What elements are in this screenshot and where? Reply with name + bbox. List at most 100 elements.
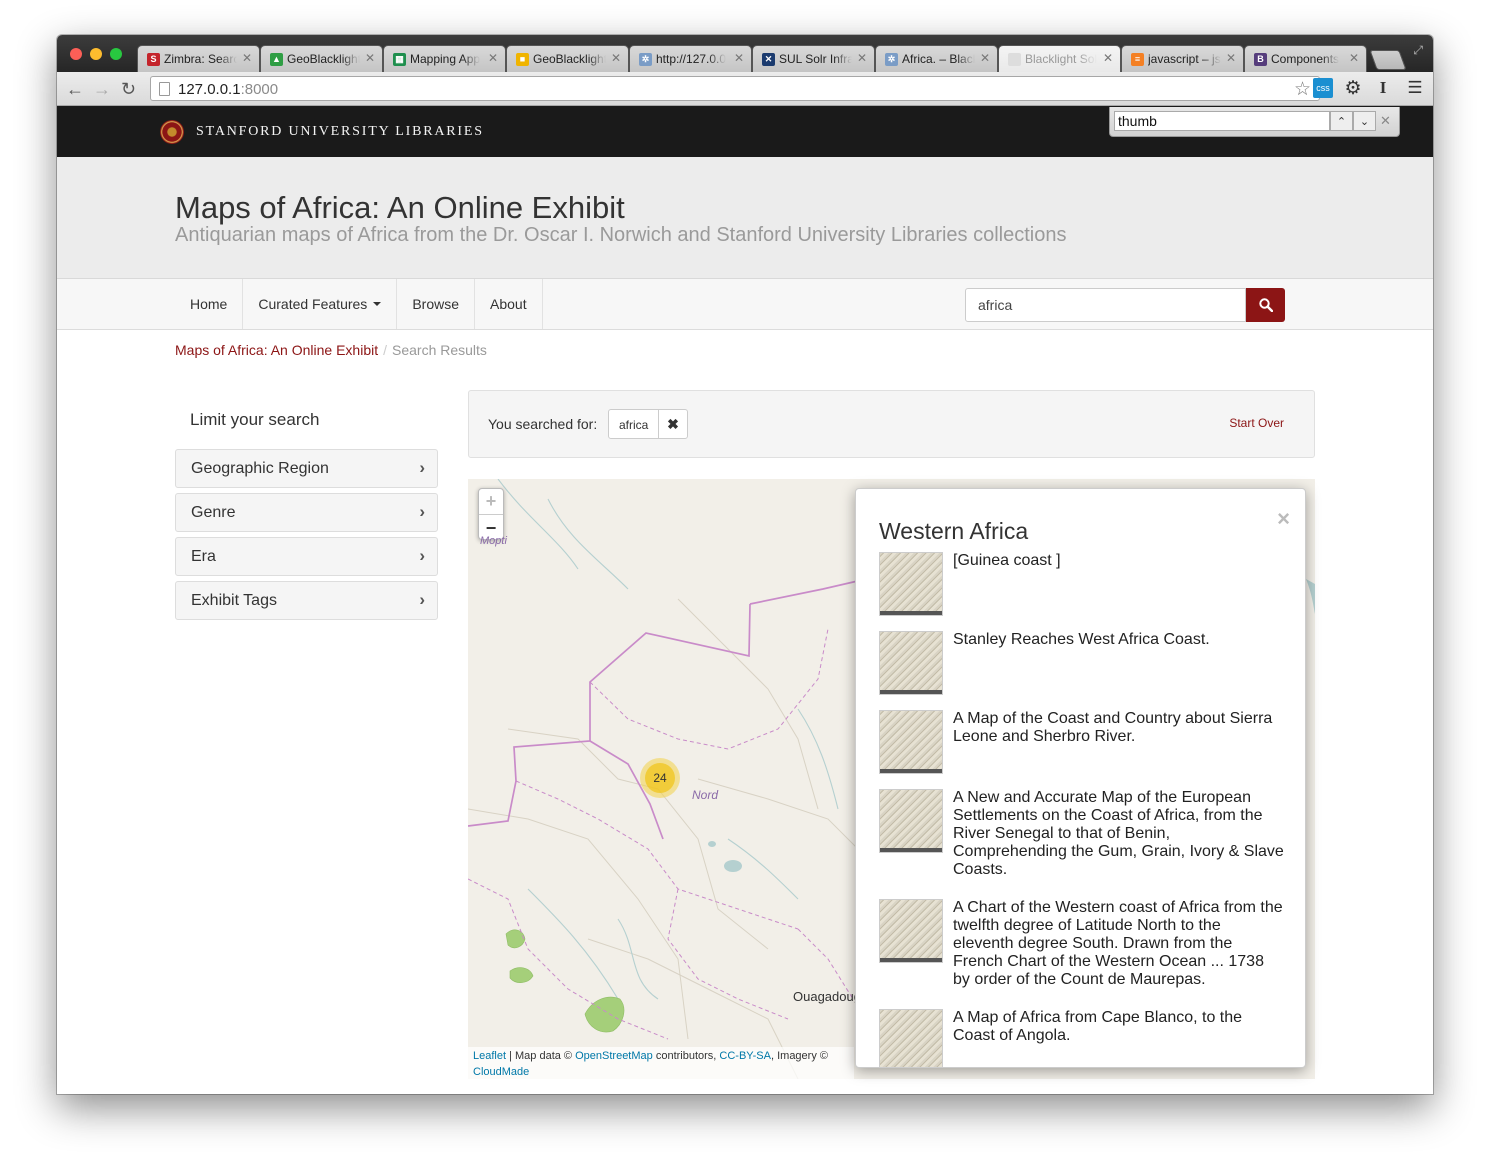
result-item[interactable]: A New and Accurate Map of the European S… xyxy=(879,789,1289,884)
tab-close-icon[interactable]: ✕ xyxy=(488,51,498,65)
result-title[interactable]: A Map of the Coast and Country about Sie… xyxy=(953,710,1285,746)
tab-close-icon[interactable]: ✕ xyxy=(365,51,375,65)
leaflet-link[interactable]: Leaflet xyxy=(473,1050,506,1062)
result-thumbnail[interactable] xyxy=(879,899,943,963)
popup-title: Western Africa xyxy=(879,518,1029,544)
cloudmade-link[interactable]: CloudMade xyxy=(473,1066,529,1078)
stanford-seal-logo[interactable] xyxy=(160,120,184,144)
tab-title: Components xyxy=(1271,52,1340,66)
page-title[interactable]: Maps of Africa: An Online Exhibit xyxy=(175,190,625,226)
nav-about[interactable]: About xyxy=(475,279,543,329)
attribution-text: | Map data © xyxy=(509,1050,573,1062)
css-extension-icon[interactable]: css xyxy=(1313,78,1333,98)
find-close-icon[interactable]: ✕ xyxy=(1380,113,1391,129)
facet-genre[interactable]: Genre › xyxy=(175,493,438,532)
attribution-text: contributors, xyxy=(655,1050,717,1062)
tab-close-icon[interactable]: ✕ xyxy=(1103,51,1113,65)
result-thumbnail[interactable] xyxy=(879,631,943,695)
address-bar[interactable]: 127.0.0.1:8000 ☆ xyxy=(150,76,1320,101)
chevron-right-icon: › xyxy=(419,458,425,477)
minimize-window-button[interactable] xyxy=(90,48,102,60)
search-input[interactable]: africa xyxy=(965,288,1246,322)
zoom-window-button[interactable] xyxy=(110,48,122,60)
browser-toolbar: ← → ↻ 127.0.0.1:8000 ☆ css ⚙ I ☰ xyxy=(57,72,1433,106)
nav-links: Home Curated Features Browse About xyxy=(175,279,543,329)
result-title[interactable]: [Guinea coast ] xyxy=(953,552,1285,570)
reload-icon[interactable]: ↻ xyxy=(121,79,136,100)
nav-curated-features[interactable]: Curated Features xyxy=(243,279,398,329)
page-icon xyxy=(159,82,170,96)
tab-close-icon[interactable]: ✕ xyxy=(1226,51,1236,65)
tab-title: Blacklight Sol xyxy=(1025,52,1098,66)
facet-exhibit-tags[interactable]: Exhibit Tags › xyxy=(175,581,438,620)
browser-tab[interactable]: S Zimbra: Search ✕ xyxy=(137,45,260,72)
tab-close-icon[interactable]: ✕ xyxy=(1349,51,1359,65)
result-item[interactable]: Stanley Reaches West Africa Coast. xyxy=(879,631,1289,697)
fullscreen-icon[interactable]: ⤢ xyxy=(1413,43,1423,58)
popup-close-button[interactable]: × xyxy=(1277,506,1290,532)
new-tab-button[interactable] xyxy=(1369,50,1407,70)
result-title[interactable]: A Map of Africa from Cape Blanco, to the… xyxy=(953,1009,1285,1045)
result-thumbnail[interactable] xyxy=(879,710,943,774)
find-previous-button[interactable]: ⌃ xyxy=(1330,111,1353,131)
tab-close-icon[interactable]: ✕ xyxy=(980,51,990,65)
tab-close-icon[interactable]: ✕ xyxy=(734,51,744,65)
tab-favicon-icon: B xyxy=(1254,52,1267,66)
forward-arrow-icon[interactable]: → xyxy=(93,79,111,100)
browser-tab[interactable]: ▲ GeoBlacklight ✕ xyxy=(260,45,383,72)
nav-browse[interactable]: Browse xyxy=(397,279,475,329)
result-title[interactable]: Stanley Reaches West Africa Coast. xyxy=(953,631,1285,649)
browser-tab[interactable]: ■ GeoBlacklight ✕ xyxy=(506,45,629,72)
result-thumbnail[interactable] xyxy=(879,1009,943,1067)
browser-tab[interactable]: ✲ http://127.0.0 ✕ xyxy=(629,45,752,72)
back-arrow-icon[interactable]: ← xyxy=(66,79,84,100)
masthead: Maps of Africa: An Online Exhibit Antiqu… xyxy=(57,157,1433,279)
breadcrumb-home-link[interactable]: Maps of Africa: An Online Exhibit xyxy=(175,342,378,358)
tab-close-icon[interactable]: ✕ xyxy=(242,51,252,65)
map-cluster-marker[interactable]: 24 xyxy=(640,758,680,798)
search-constraints: You searched for: africa ✖ Start Over xyxy=(468,390,1315,458)
tab-strip: S Zimbra: Search ✕ ▲ GeoBlacklight ✕ ▦ Mapping … xyxy=(57,35,1433,72)
result-item[interactable]: A Chart of the Western coast of Africa f… xyxy=(879,899,1289,994)
zoom-in-button[interactable]: + xyxy=(479,489,503,515)
result-item[interactable]: A Map of Africa from Cape Blanco, to the… xyxy=(879,1009,1289,1067)
browser-tab[interactable]: B Components ✕ xyxy=(1244,45,1367,72)
browser-tab[interactable]: ✕ SUL Solr Infra ✕ xyxy=(752,45,875,72)
result-title[interactable]: A Chart of the Western coast of Africa f… xyxy=(953,899,1285,989)
find-next-button[interactable]: ⌄ xyxy=(1353,111,1376,131)
browser-tab[interactable]: Blacklight Sol ✕ xyxy=(998,45,1121,72)
result-item[interactable]: [Guinea coast ] xyxy=(879,552,1289,618)
tab-title: Zimbra: Search xyxy=(164,52,237,66)
breadcrumb-current: Search Results xyxy=(392,342,487,358)
result-thumbnail[interactable] xyxy=(879,552,943,616)
tab-title: Africa. – Black xyxy=(902,52,975,66)
openstreetmap-link[interactable]: OpenStreetMap xyxy=(575,1050,653,1062)
tab-close-icon[interactable]: ✕ xyxy=(611,51,621,65)
nav-home[interactable]: Home xyxy=(175,279,244,329)
sul-wordmark[interactable]: STANFORD UNIVERSITY LIBRARIES xyxy=(196,124,484,140)
menu-icon[interactable]: ☰ xyxy=(1405,78,1425,98)
remove-constraint-button[interactable]: ✖ xyxy=(658,409,688,439)
facet-era[interactable]: Era › xyxy=(175,537,438,576)
gear-icon[interactable]: ⚙ xyxy=(1343,78,1363,99)
bookmark-star-icon[interactable]: ☆ xyxy=(1294,78,1311,101)
ibeam-extension-icon[interactable]: I xyxy=(1373,78,1393,98)
browser-tab[interactable]: ▦ Mapping App ✕ xyxy=(383,45,506,72)
browser-tab[interactable]: ✲ Africa. – Black ✕ xyxy=(875,45,998,72)
start-over-link[interactable]: Start Over xyxy=(1229,416,1284,430)
find-bar: thumb ⌃ ⌄ ✕ xyxy=(1109,107,1400,137)
map-label-mopti: Mopti xyxy=(480,535,507,547)
result-item[interactable]: A Map of the Coast and Country about Sie… xyxy=(879,710,1289,776)
map-popup: Western Africa × [Guinea coast ] Stanley… xyxy=(855,488,1306,1068)
facet-geographic-region[interactable]: Geographic Region › xyxy=(175,449,438,488)
breadcrumb-separator: / xyxy=(383,342,387,358)
search-button[interactable] xyxy=(1246,288,1285,322)
tab-title: javascript – js xyxy=(1148,52,1221,66)
close-window-button[interactable] xyxy=(70,48,82,60)
find-input[interactable]: thumb xyxy=(1114,111,1330,131)
browser-tab[interactable]: ≡ javascript – js ✕ xyxy=(1121,45,1244,72)
tab-close-icon[interactable]: ✕ xyxy=(857,51,867,65)
result-thumbnail[interactable] xyxy=(879,789,943,853)
result-title[interactable]: A New and Accurate Map of the European S… xyxy=(953,789,1285,879)
license-link[interactable]: CC-BY-SA xyxy=(719,1050,771,1062)
